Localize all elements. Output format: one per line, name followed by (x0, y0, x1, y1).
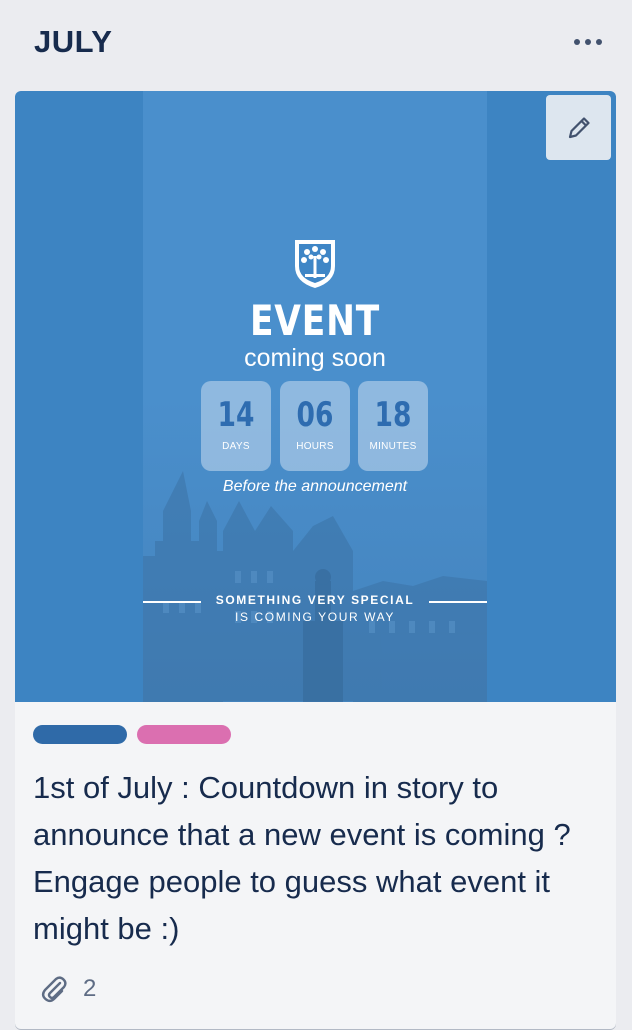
countdown-minutes: 18 MINUTES (358, 381, 428, 471)
coming-your-way-text: IS COMING YOUR WAY (235, 610, 395, 624)
label-blue[interactable] (33, 725, 127, 744)
label-pink[interactable] (137, 725, 231, 744)
card-title: 1st of July : Countdown in story to anno… (33, 770, 571, 946)
more-dot (585, 39, 591, 45)
something-special-text: SOMETHING VERY SPECIAL (215, 593, 415, 607)
event-title: EVENT (249, 296, 381, 345)
countdown-value: 14 (217, 395, 255, 435)
countdown-days: 14 DAYS (201, 381, 271, 471)
countdown-unit: MINUTES (369, 441, 417, 452)
list-title[interactable]: JULY (34, 24, 112, 60)
list-menu-button[interactable] (566, 26, 610, 58)
list-header: JULY (0, 0, 632, 88)
edit-card-button[interactable] (546, 95, 611, 160)
list-column: JULY EVENT coming soon 14 DAYS 06 HOURS … (0, 0, 632, 1030)
countdown-value: 06 (296, 395, 334, 435)
countdown-value: 18 (374, 395, 412, 435)
card-cover-image: EVENT coming soon 14 DAYS 06 HOURS 18 MI… (15, 91, 616, 702)
more-horizontal-icon (574, 39, 580, 45)
before-announcement-text: Before the announcement (222, 478, 408, 495)
countdown-hours: 06 HOURS (280, 381, 350, 471)
more-dot (596, 39, 602, 45)
attachment-count: 2 (83, 975, 97, 1002)
event-subtitle: coming soon (244, 344, 386, 372)
countdown-unit: HOURS (296, 441, 334, 452)
pencil-icon (568, 116, 590, 138)
card-badges: 2 (39, 972, 96, 1006)
countdown-unit: DAYS (222, 441, 250, 452)
paperclip-icon (41, 976, 67, 1003)
cover-story-image: EVENT coming soon 14 DAYS 06 HOURS 18 MI… (143, 91, 487, 702)
card[interactable]: EVENT coming soon 14 DAYS 06 HOURS 18 MI… (15, 91, 616, 1029)
crest-logo-icon (295, 240, 335, 288)
